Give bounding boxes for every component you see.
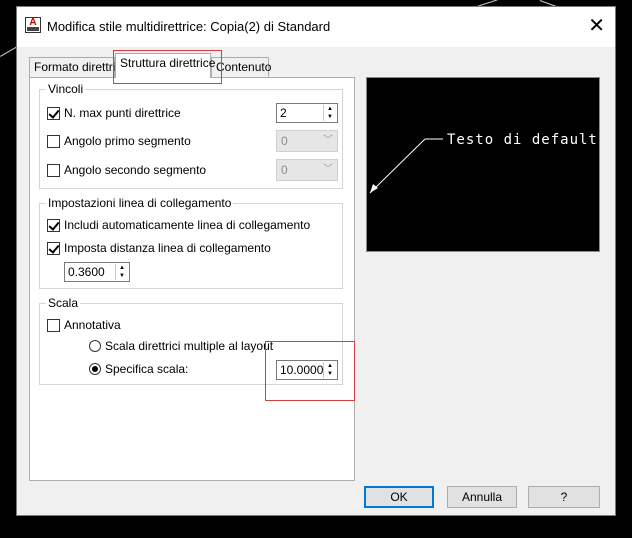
landing-distance-label: Imposta distanza linea di collegamento bbox=[64, 241, 271, 255]
auto-include-landing-label: Includi automaticamente linea di collega… bbox=[64, 218, 311, 232]
max-points-stepper[interactable]: ▲ ▼ bbox=[323, 105, 336, 121]
spin-down-icon[interactable]: ▼ bbox=[324, 113, 336, 121]
dialog-window: A Modifica stile multidirettrice: Copia(… bbox=[16, 6, 616, 516]
spin-up-icon[interactable]: ▲ bbox=[116, 264, 128, 272]
max-points-checkbox[interactable] bbox=[47, 106, 60, 120]
auto-include-landing-checkbox[interactable] bbox=[47, 218, 60, 232]
specify-scale-label: Specifica scala: bbox=[105, 362, 189, 376]
second-segment-angle-checkbox[interactable] bbox=[47, 163, 60, 177]
max-points-input[interactable]: 2 ▲ ▼ bbox=[276, 103, 338, 123]
landing-settings-group-label: Impostazioni linea di collegamento bbox=[46, 196, 234, 210]
auto-include-landing-option[interactable]: Includi automaticamente linea di collega… bbox=[47, 218, 310, 232]
annotative-option[interactable]: Annotativa bbox=[47, 318, 121, 332]
landing-distance-checkbox[interactable] bbox=[47, 241, 60, 255]
annotative-label: Annotativa bbox=[64, 318, 121, 332]
chevron-down-icon: ﹀ bbox=[323, 135, 333, 146]
preview-default-text: Testo di default bbox=[447, 132, 598, 148]
chevron-down-icon: ﹀ bbox=[323, 164, 333, 175]
second-segment-angle-label: Angolo secondo segmento bbox=[64, 163, 207, 177]
scale-highlight-annotation bbox=[265, 341, 355, 401]
constraints-group: Vincoli N. max punti direttrice 2 ▲ ▼ Ang… bbox=[39, 82, 343, 189]
landing-distance-stepper[interactable]: ▲ ▼ bbox=[115, 264, 128, 280]
specify-scale-option[interactable]: Specifica scala: bbox=[89, 362, 188, 376]
leader-preview: Testo di default bbox=[366, 77, 600, 252]
constraints-group-label: Vincoli bbox=[46, 82, 86, 96]
tab-contenuto[interactable]: Contenuto bbox=[211, 57, 271, 77]
help-button[interactable]: ? bbox=[528, 486, 600, 508]
cancel-button[interactable]: Annulla bbox=[447, 486, 517, 508]
tab-struttura-direttrice[interactable]: Struttura direttrice bbox=[115, 53, 215, 78]
max-points-label: N. max punti direttrice bbox=[64, 106, 181, 120]
max-points-value: 2 bbox=[280, 106, 287, 120]
leader-arrow-icon bbox=[369, 138, 443, 194]
max-points-option[interactable]: N. max punti direttrice bbox=[47, 106, 181, 120]
first-segment-angle-value: 0 bbox=[281, 134, 288, 148]
tab-panel: Vincoli N. max punti direttrice 2 ▲ ▼ Ang… bbox=[29, 77, 355, 481]
ok-button[interactable]: OK bbox=[364, 486, 434, 508]
close-button[interactable]: ✕ bbox=[588, 13, 605, 38]
first-segment-angle-checkbox[interactable] bbox=[47, 134, 60, 148]
annotative-checkbox[interactable] bbox=[47, 318, 60, 332]
second-segment-angle-value: 0 bbox=[281, 163, 288, 177]
tab-formato-direttrice[interactable]: Formato direttrice bbox=[29, 57, 128, 77]
first-segment-angle-label: Angolo primo segmento bbox=[64, 134, 191, 148]
landing-distance-input[interactable]: 0.3600 ▲ ▼ bbox=[64, 262, 130, 282]
first-segment-angle-select: 0 ﹀ bbox=[276, 130, 338, 152]
dialog-title: Modifica stile multidirettrice: Copia(2)… bbox=[47, 19, 331, 34]
title-bar: A Modifica stile multidirettrice: Copia(… bbox=[17, 7, 615, 47]
second-segment-angle-option[interactable]: Angolo secondo segmento bbox=[47, 163, 206, 177]
first-segment-angle-option[interactable]: Angolo primo segmento bbox=[47, 134, 191, 148]
landing-distance-option[interactable]: Imposta distanza linea di collegamento bbox=[47, 241, 271, 255]
scale-group-label: Scala bbox=[46, 296, 81, 310]
scale-to-layout-label: Scala direttrici multiple al layout bbox=[105, 339, 274, 353]
specify-scale-radio[interactable] bbox=[89, 363, 101, 375]
scale-to-layout-option[interactable]: Scala direttrici multiple al layout bbox=[89, 339, 273, 353]
second-segment-angle-select: 0 ﹀ bbox=[276, 159, 338, 181]
spin-up-icon[interactable]: ▲ bbox=[324, 105, 336, 113]
spin-down-icon[interactable]: ▼ bbox=[116, 272, 128, 280]
landing-distance-value: 0.3600 bbox=[68, 265, 105, 279]
scale-to-layout-radio[interactable] bbox=[89, 340, 101, 352]
landing-settings-group: Impostazioni linea di collegamento Inclu… bbox=[39, 196, 343, 289]
autocad-app-icon: A bbox=[25, 17, 41, 33]
